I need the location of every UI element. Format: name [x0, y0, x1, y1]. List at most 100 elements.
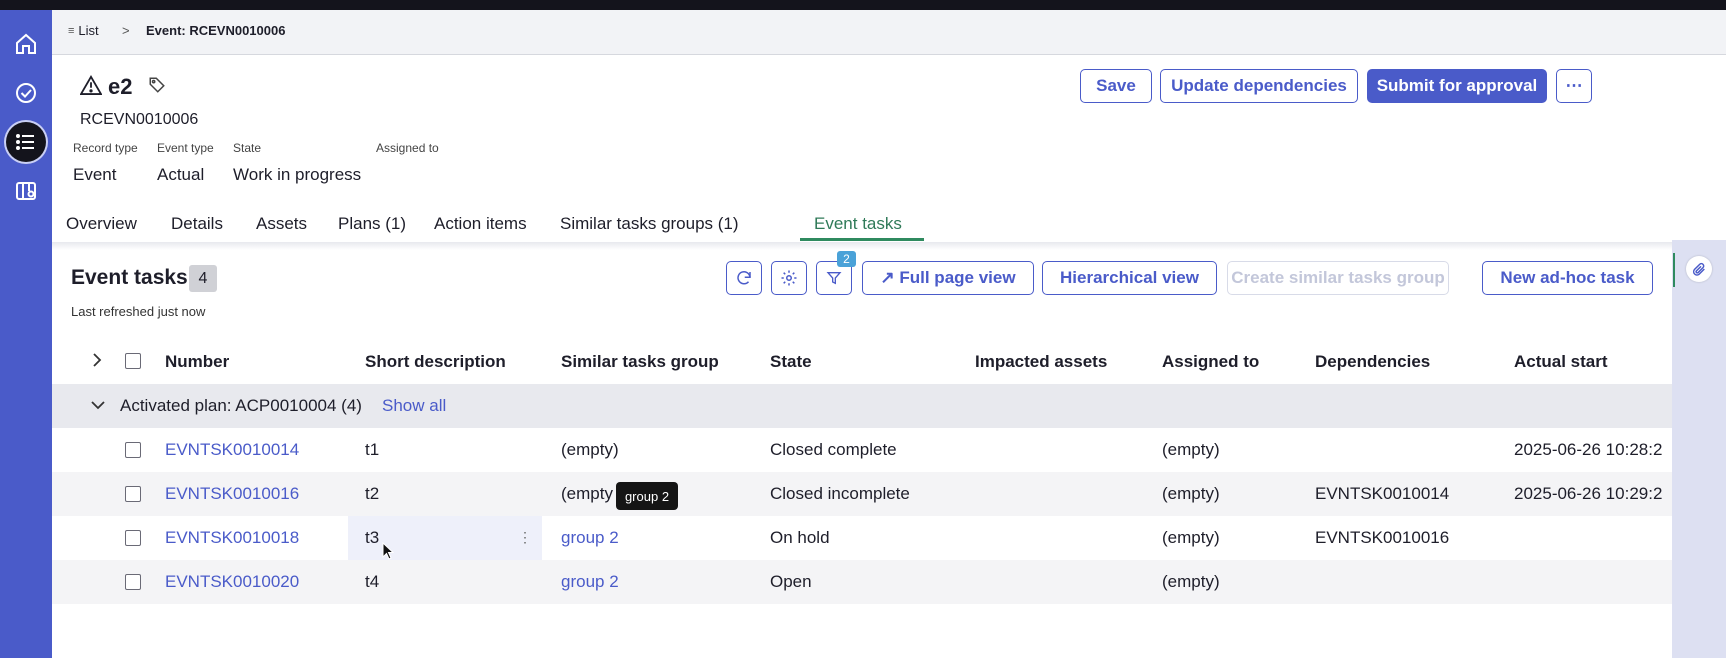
gear-icon [781, 270, 797, 286]
column-header-impacted-assets[interactable]: Impacted assets [975, 352, 1107, 372]
row-checkbox[interactable] [125, 486, 141, 502]
filter-count-badge: 2 [837, 251, 856, 267]
task-number-link[interactable]: EVNTSK0010016 [165, 484, 299, 504]
tab-action-items[interactable]: Action items [434, 214, 527, 234]
refresh-button[interactable] [726, 261, 762, 295]
chevron-down-icon[interactable] [90, 398, 106, 416]
similar-tasks-group-link[interactable]: group 2 [561, 528, 619, 548]
breadcrumb [52, 10, 1726, 55]
task-number-link[interactable]: EVNTSK0010020 [165, 572, 299, 592]
record-title-text: e2 [108, 74, 133, 99]
state: Closed incomplete [770, 484, 910, 503]
dependencies: EVNTSK0010014 [1315, 484, 1450, 503]
mouse-cursor-icon [382, 541, 395, 565]
active-tab-indicator [800, 238, 924, 241]
actual-start: 2025-06-26 10:28:2 [1514, 440, 1663, 459]
column-header-assigned-to[interactable]: Assigned to [1162, 352, 1259, 372]
show-all-link[interactable]: Show all [382, 396, 446, 416]
column-header-number[interactable]: Number [165, 352, 229, 372]
select-all-checkbox[interactable] [125, 353, 141, 369]
section-count-badge: 4 [189, 265, 217, 292]
kebab-icon[interactable]: ⋮ [518, 529, 532, 546]
tab-similar-tasks-groups[interactable]: Similar tasks groups (1) [560, 214, 739, 234]
column-header-dependencies[interactable]: Dependencies [1315, 352, 1430, 372]
field-record-type: Record type Event [73, 141, 138, 185]
row-checkbox[interactable] [125, 574, 141, 590]
new-ad-hoc-task-button[interactable]: New ad-hoc task [1482, 261, 1653, 295]
paperclip-icon[interactable] [1686, 256, 1712, 282]
create-similar-tasks-group-button[interactable]: Create similar tasks group [1227, 261, 1449, 295]
short-description: t4 [365, 572, 380, 591]
breadcrumb-list-link[interactable]: ≡ List [68, 23, 99, 38]
state: On hold [770, 528, 830, 547]
assigned-to: (empty) [1162, 440, 1220, 459]
field-label: Assigned to [376, 141, 439, 155]
chevron-right-icon: > [122, 23, 130, 38]
tab-details[interactable]: Details [171, 214, 223, 234]
field-event-type: Event type Actual [157, 141, 214, 185]
check-circle-icon[interactable] [6, 73, 46, 113]
table-header: Number Short description Similar tasks g… [52, 340, 1672, 382]
field-label: Event type [157, 141, 214, 155]
actual-start: 2025-06-26 10:29:2 [1514, 484, 1663, 503]
field-value: Work in progress [233, 165, 362, 184]
column-header-similar-tasks-group[interactable]: Similar tasks group [561, 352, 719, 372]
row-checkbox[interactable] [125, 442, 141, 458]
table-row[interactable]: EVNTSK0010020 t4 group 2 Open (empty) [52, 560, 1672, 604]
field-value: Event [73, 165, 117, 184]
side-panel-divider [1673, 253, 1675, 287]
column-header-state[interactable]: State [770, 352, 812, 372]
breadcrumb-list-label: List [78, 23, 99, 38]
settings-button[interactable] [771, 261, 807, 295]
save-button[interactable]: Save [1080, 69, 1152, 103]
column-header-actual-start[interactable]: Actual start [1514, 352, 1608, 372]
last-refreshed-text: Last refreshed just now [71, 304, 206, 319]
tag-icon[interactable] [148, 76, 166, 99]
top-bar [0, 0, 1726, 10]
tab-overview[interactable]: Overview [66, 214, 137, 234]
submit-for-approval-button[interactable]: Submit for approval [1367, 69, 1547, 103]
field-state: State Work in progress [233, 141, 361, 185]
group-label: Activated plan: ACP0010004 (4) [120, 396, 362, 415]
tab-event-tasks[interactable]: Event tasks [814, 214, 902, 234]
side-panel-strip [1672, 240, 1726, 658]
table-row-content: t3 group 2 On hold (empty) EVNTSK0010016 [52, 516, 1672, 560]
full-page-view-button[interactable]: ↗ Full page view [862, 261, 1034, 295]
task-number-link[interactable]: EVNTSK0010014 [165, 440, 299, 460]
more-actions-button[interactable]: ⋯ [1556, 69, 1592, 103]
table-row[interactable]: EVNTSK0010014 t1 (empty) Closed complete… [52, 428, 1672, 472]
similar-tasks-group-link[interactable]: group 2 [561, 572, 619, 592]
tab-plans[interactable]: Plans (1) [338, 214, 406, 234]
breadcrumb-current: Event: RCEVN0010006 [146, 23, 286, 38]
dependencies: EVNTSK0010016 [1315, 528, 1450, 547]
warning-icon [79, 74, 103, 100]
assigned-to: (empty) [1162, 572, 1220, 591]
section-title: Event tasks [71, 266, 188, 289]
short-description: t1 [365, 440, 380, 459]
similar-tasks-group: (empty) [561, 440, 619, 459]
assigned-to: (empty) [1162, 484, 1220, 503]
chevron-right-icon[interactable] [91, 352, 103, 373]
state: Open [770, 572, 812, 591]
field-label: State [233, 141, 262, 155]
column-header-short-description[interactable]: Short description [365, 352, 506, 372]
short-description: t3 [365, 528, 380, 547]
refresh-icon [737, 271, 751, 285]
similar-tasks-group: (empty [561, 484, 613, 503]
hierarchical-view-button[interactable]: Hierarchical view [1042, 261, 1217, 295]
field-value: Actual [157, 165, 205, 184]
state: Closed complete [770, 440, 897, 459]
map-icon[interactable] [6, 171, 46, 211]
list-icon: ≡ [68, 24, 75, 37]
home-icon[interactable] [6, 24, 46, 64]
table-row[interactable]: EVNTSK0010016 t2 (empty Closed incomplet… [52, 472, 1672, 516]
sidebar [0, 10, 52, 658]
update-dependencies-button[interactable]: Update dependencies [1160, 69, 1358, 103]
filter-icon [826, 272, 842, 285]
list-icon[interactable] [6, 122, 46, 162]
group-row: Activated plan: ACP0010004 (4) Show all [52, 384, 1672, 428]
tab-assets[interactable]: Assets [256, 214, 307, 234]
record-number: RCEVN0010006 [80, 111, 199, 128]
assigned-to: (empty) [1162, 528, 1220, 547]
tooltip: group 2 [616, 482, 678, 510]
